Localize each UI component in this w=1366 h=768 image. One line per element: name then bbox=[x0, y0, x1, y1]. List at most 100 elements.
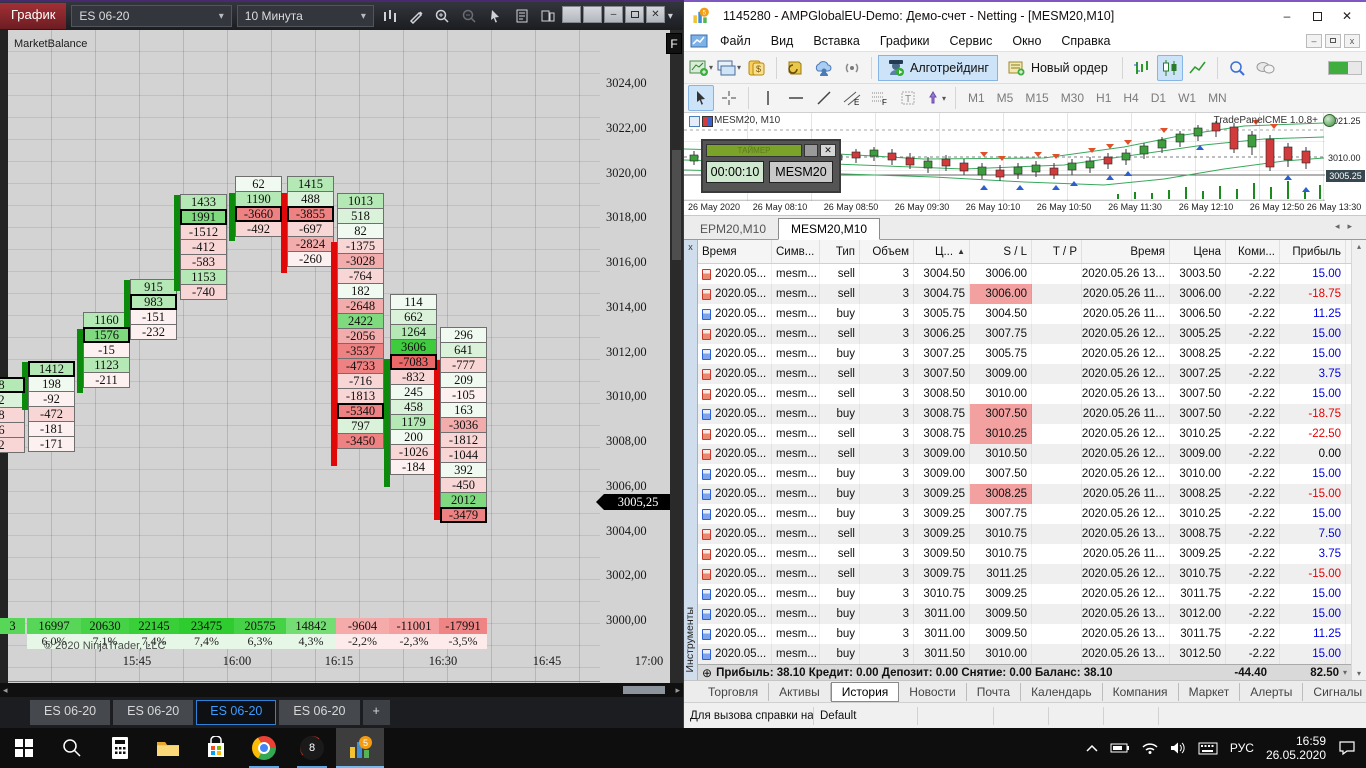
maximize-button[interactable] bbox=[1302, 4, 1332, 28]
tray-expand-icon[interactable] bbox=[1086, 744, 1098, 752]
tradepanel-icon[interactable] bbox=[1323, 114, 1336, 127]
trendline-tool[interactable] bbox=[811, 85, 837, 111]
start-button[interactable] bbox=[0, 728, 48, 768]
equidistant-channel-tool[interactable]: E bbox=[839, 85, 865, 111]
workspace-tab[interactable]: ES 06-20 bbox=[196, 700, 277, 725]
mdi-restore-button[interactable] bbox=[1325, 33, 1341, 48]
microsoft-store-icon[interactable] bbox=[192, 728, 240, 768]
minimize-button[interactable]: – bbox=[1272, 4, 1302, 28]
toolbox-tab-почта[interactable]: Почта bbox=[967, 682, 1022, 701]
interval-select[interactable]: 10 Минута ▾ bbox=[236, 5, 374, 27]
column-header[interactable]: Объем bbox=[860, 240, 914, 263]
toolbox-close-button[interactable]: x bbox=[684, 240, 697, 252]
pin-button[interactable] bbox=[583, 6, 602, 23]
workspace-tab[interactable]: ES 06-20 bbox=[279, 700, 360, 725]
table-scrollbar[interactable]: ▴ ▾ bbox=[1351, 240, 1366, 680]
menu-item-файл[interactable]: Файл bbox=[710, 34, 761, 48]
new-order-button[interactable]: Новый ордер bbox=[1000, 55, 1116, 81]
mdi-minimize-button[interactable]: – bbox=[1306, 33, 1322, 48]
vertical-line-tool[interactable] bbox=[755, 85, 781, 111]
window-layout-icon[interactable] bbox=[537, 4, 558, 28]
scrollbar-thumb[interactable] bbox=[623, 686, 665, 694]
trade-row[interactable]: 2020.05... mesm... buy 3 3011.50 3010.00 2020.… bbox=[698, 644, 1351, 664]
menu-item-окно[interactable]: Окно bbox=[1002, 34, 1051, 48]
trade-row[interactable]: 2020.05... mesm... sell 3 3009.75 3011.25 2020… bbox=[698, 564, 1351, 584]
timer-close-button[interactable]: ✕ bbox=[820, 144, 836, 157]
column-header[interactable]: Тип bbox=[820, 240, 860, 263]
draw-icon[interactable] bbox=[405, 4, 426, 28]
trade-row[interactable]: 2020.05... mesm... buy 3 3011.00 3009.50 2020.… bbox=[698, 604, 1351, 624]
language-indicator[interactable]: РУС bbox=[1230, 741, 1254, 755]
scroll-right-icon[interactable]: ▸ bbox=[675, 685, 680, 696]
mt5-chart[interactable]: MESM20, M10 TradePanelCME 1.0.8+ ТАЙМЕР … bbox=[684, 113, 1366, 201]
maximize-button[interactable] bbox=[625, 6, 644, 23]
trade-row[interactable]: 2020.05... mesm... buy 3 3009.00 3007.50 2020.… bbox=[698, 464, 1351, 484]
trade-row[interactable]: 2020.05... mesm... sell 3 3009.25 3010.75 2020… bbox=[698, 524, 1351, 544]
scroll-down-icon[interactable]: ▾ bbox=[1357, 669, 1361, 678]
zoom-in-icon[interactable] bbox=[432, 4, 453, 28]
chat-icon[interactable] bbox=[1252, 55, 1278, 81]
status-profile[interactable]: Default bbox=[814, 706, 918, 725]
toolbox-label[interactable]: Инструменты bbox=[684, 607, 698, 672]
volume-icon[interactable] bbox=[1170, 741, 1186, 755]
timeframe-h1[interactable]: H1 bbox=[1090, 86, 1117, 110]
add-tab-button[interactable]: + bbox=[362, 700, 390, 725]
trade-row[interactable]: 2020.05... mesm... sell 3 3008.75 3010.25 2020… bbox=[698, 424, 1351, 444]
chart-tab-epm20-m10[interactable]: EPM20,M10 bbox=[688, 219, 778, 239]
new-chart-button[interactable]: ▾ bbox=[688, 55, 714, 81]
timeframe-h4[interactable]: H4 bbox=[1117, 86, 1144, 110]
clock[interactable]: 16:59 26.05.2020 bbox=[1266, 734, 1326, 762]
market-watch-icon[interactable]: $ bbox=[744, 55, 770, 81]
keyboard-icon[interactable] bbox=[1198, 742, 1218, 755]
toolbox-tab-алерты[interactable]: Алерты bbox=[1240, 682, 1304, 701]
column-header[interactable]: Симв... bbox=[772, 240, 820, 263]
close-button[interactable]: ✕ bbox=[646, 6, 665, 23]
trade-row[interactable]: 2020.05... mesm... buy 3 3008.75 3007.50 2020.… bbox=[698, 404, 1351, 424]
fibonacci-tool[interactable]: F bbox=[867, 85, 893, 111]
trade-row[interactable]: 2020.05... mesm... sell 3 3008.50 3010.00 2020… bbox=[698, 384, 1351, 404]
workspace-tab[interactable]: ES 06-20 bbox=[30, 700, 111, 725]
metatrader5-taskbar-icon[interactable]: 5 bbox=[336, 728, 384, 768]
trade-row[interactable]: 2020.05... mesm... sell 3 3006.25 3007.75 2020… bbox=[698, 324, 1351, 344]
profiles-button[interactable]: ▾ bbox=[716, 55, 742, 81]
menu-item-сервис[interactable]: Сервис bbox=[940, 34, 1003, 48]
chart-style-icon[interactable] bbox=[379, 4, 400, 28]
zoom-out-icon[interactable] bbox=[458, 4, 479, 28]
trade-row[interactable]: 2020.05... mesm... buy 3 3011.00 3009.50 2020.… bbox=[698, 624, 1351, 644]
trade-row[interactable]: 2020.05... mesm... buy 3 3005.75 3004.50 2020.… bbox=[698, 304, 1351, 324]
toolbox-tab-компания[interactable]: Компания bbox=[1103, 682, 1179, 701]
trade-row[interactable]: 2020.05... mesm... buy 3 3007.25 3005.75 2020.… bbox=[698, 344, 1351, 364]
column-header[interactable]: Время bbox=[1082, 240, 1170, 263]
history-center-icon[interactable] bbox=[783, 55, 809, 81]
scroll-left-icon[interactable]: ◂ bbox=[3, 685, 8, 696]
depth-of-market-icon[interactable] bbox=[689, 116, 700, 127]
trade-row[interactable]: 2020.05... mesm... sell 3 3004.50 3006.00 2020… bbox=[698, 264, 1351, 284]
menu-item-графики[interactable]: Графики bbox=[870, 34, 940, 48]
action-center-icon[interactable] bbox=[1338, 740, 1356, 756]
chart-tab-arrows[interactable]: ◂▸ bbox=[1335, 221, 1360, 232]
menu-item-вид[interactable]: Вид bbox=[761, 34, 804, 48]
timeframe-mn[interactable]: MN bbox=[1202, 86, 1233, 110]
dock-button[interactable] bbox=[562, 6, 581, 23]
chrome-icon[interactable] bbox=[240, 728, 288, 768]
menu-item-справка[interactable]: Справка bbox=[1051, 34, 1120, 48]
toolbox-tab-календарь[interactable]: Календарь bbox=[1021, 682, 1103, 701]
column-header[interactable]: Коми... bbox=[1226, 240, 1280, 263]
scroll-down-icon[interactable]: ▾ bbox=[1343, 668, 1347, 677]
search-button[interactable] bbox=[48, 728, 96, 768]
minimize-button[interactable]: – bbox=[604, 6, 623, 23]
scroll-up-icon[interactable]: ▴ bbox=[1357, 242, 1361, 251]
community-icon[interactable] bbox=[811, 55, 837, 81]
timeframe-w1[interactable]: W1 bbox=[1172, 86, 1202, 110]
toolbox-tab-маркет[interactable]: Маркет bbox=[1179, 682, 1241, 701]
candles-chart-button[interactable] bbox=[1156, 54, 1183, 81]
scrollbar-thumb[interactable] bbox=[672, 150, 681, 260]
signals-icon[interactable] bbox=[839, 55, 865, 81]
toolbox-tab-активы[interactable]: Активы bbox=[769, 682, 831, 701]
data-series-icon[interactable] bbox=[511, 4, 532, 28]
menu-item-вставка[interactable]: Вставка bbox=[803, 34, 869, 48]
timeframe-m5[interactable]: M5 bbox=[991, 86, 1020, 110]
zoom-in-icon[interactable] bbox=[1224, 55, 1250, 81]
timer-symbol-button[interactable]: MESM20 bbox=[769, 161, 833, 183]
toolbox-tab-история[interactable]: История bbox=[830, 681, 900, 702]
